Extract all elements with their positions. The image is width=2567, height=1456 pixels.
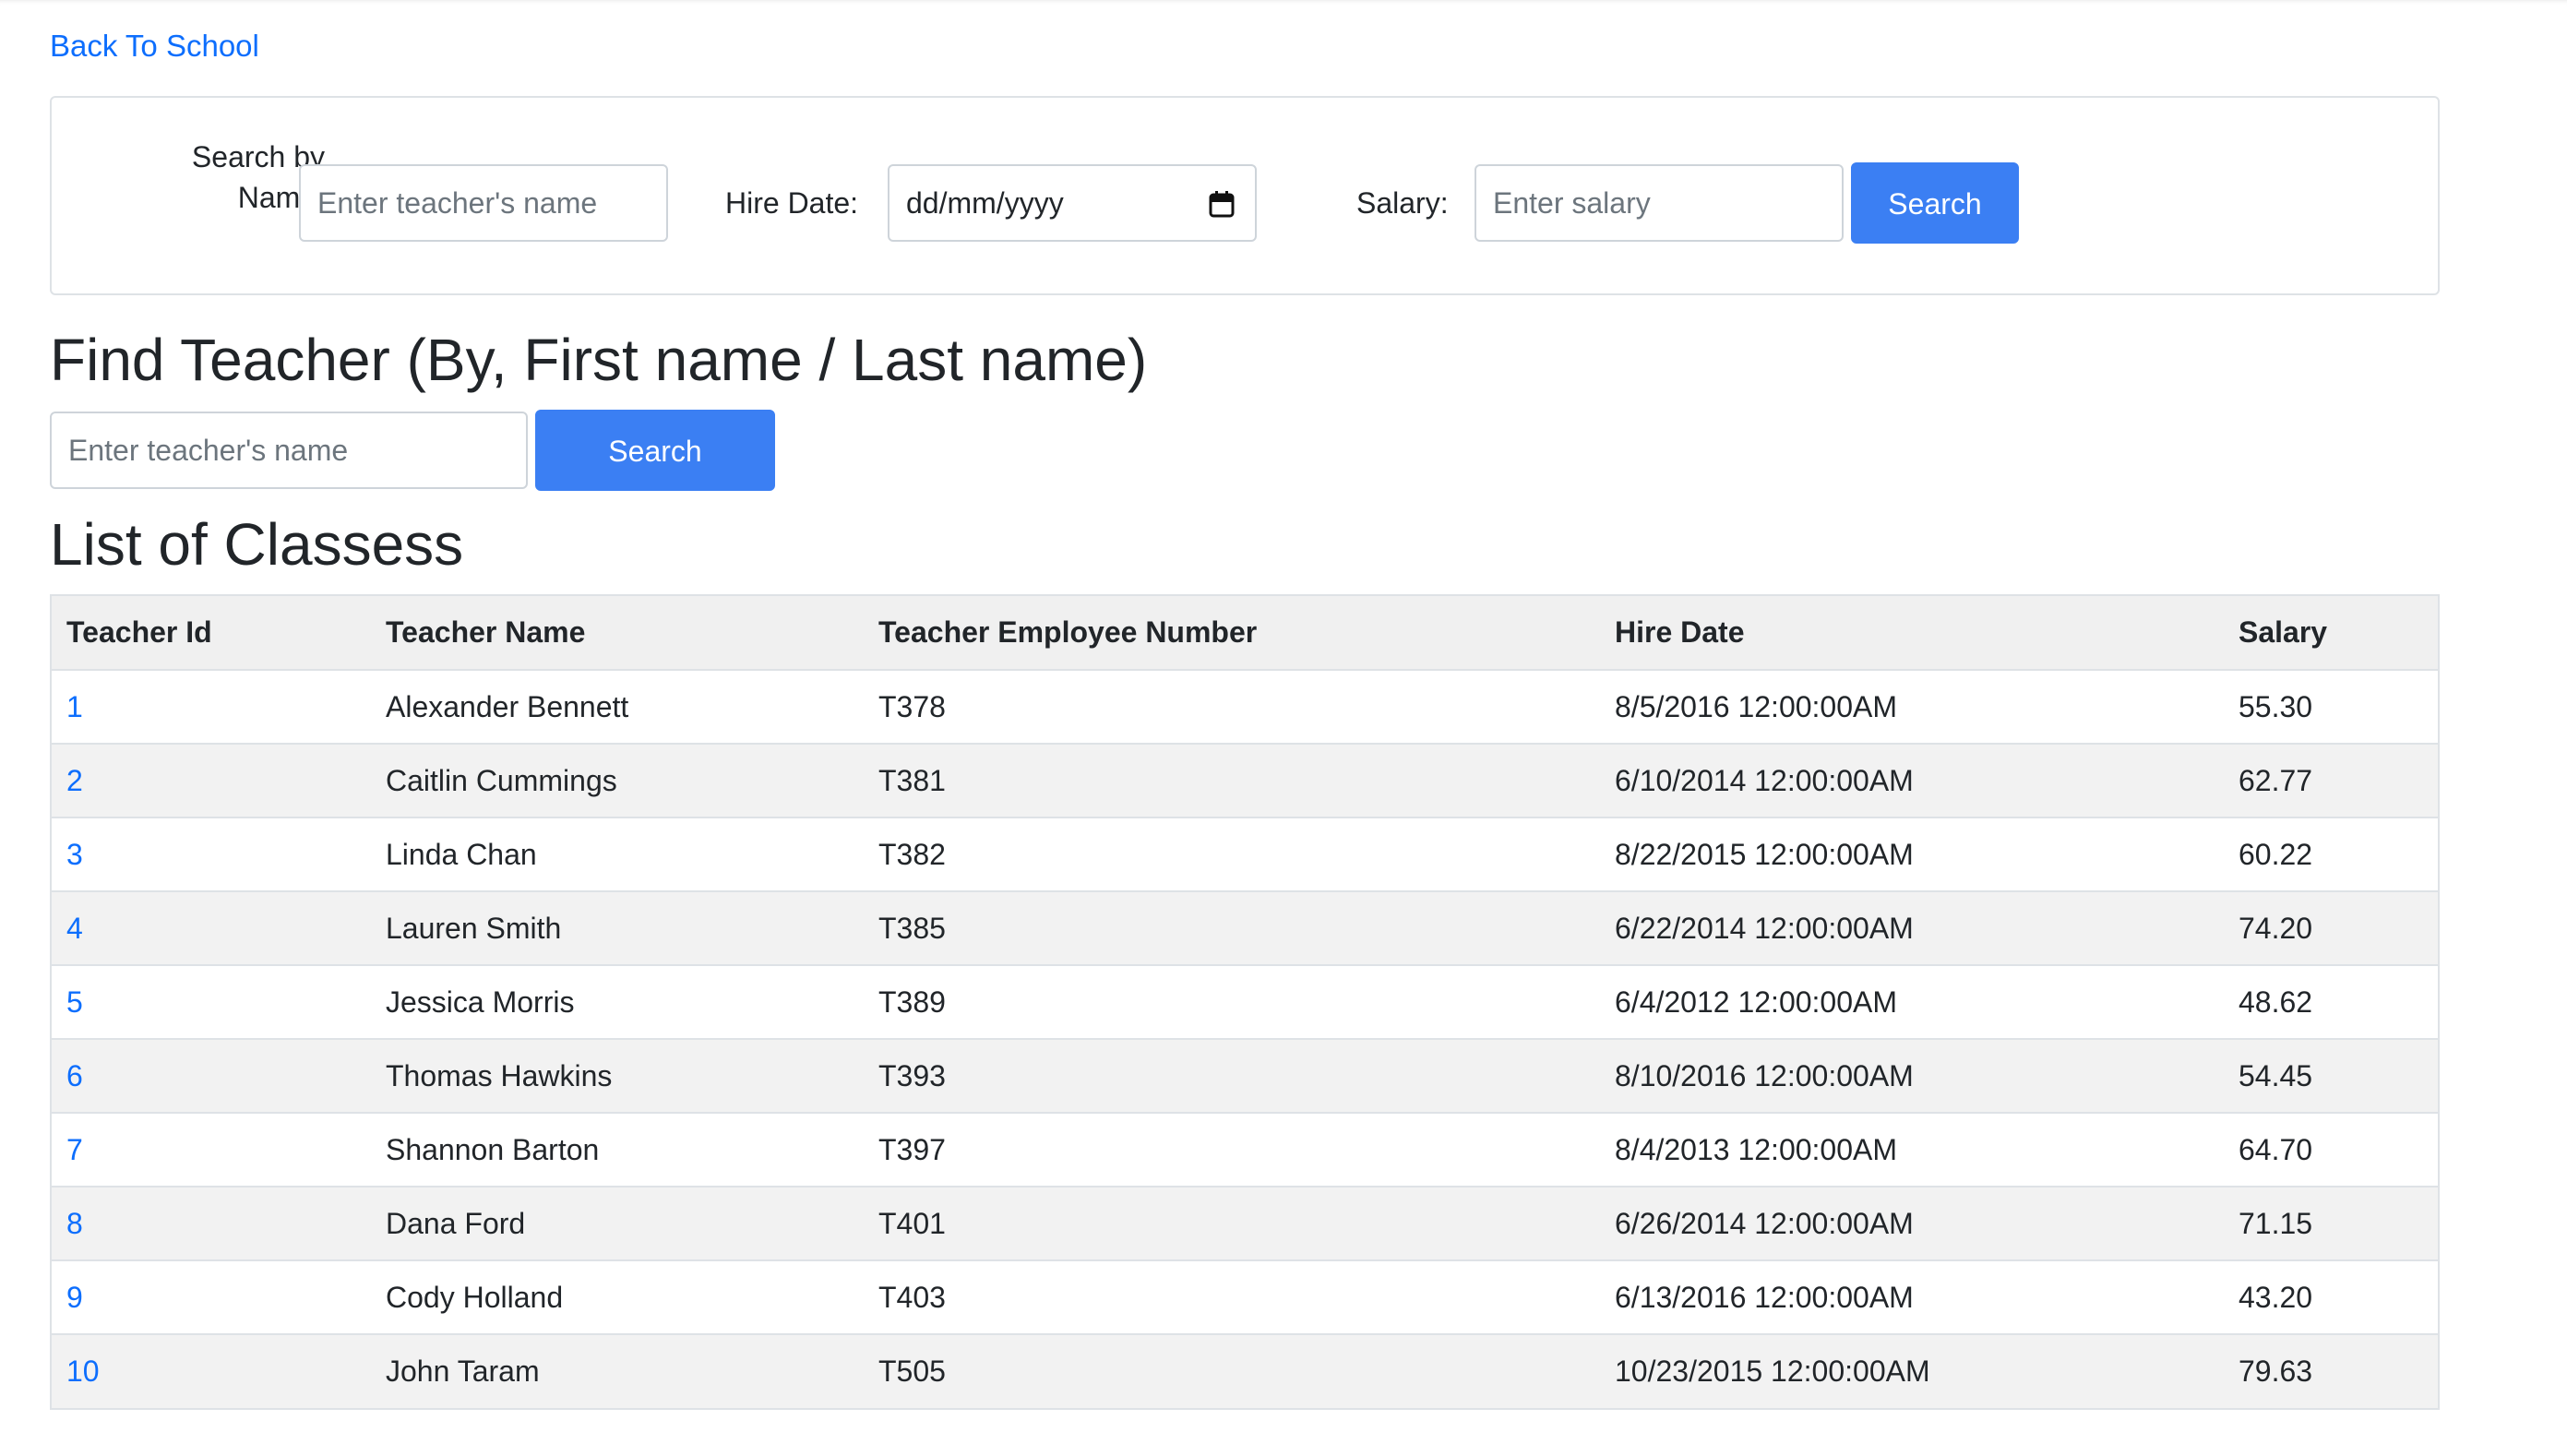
hire-date-value: dd/mm/yyyy — [906, 186, 1064, 220]
employee-number-cell: T505 — [878, 1355, 946, 1388]
name-filter-label-line1: Search by — [191, 140, 325, 173]
salary-cell: 64.70 — [2239, 1132, 2313, 1166]
teacher-name-cell: Thomas Hawkins — [386, 1058, 613, 1092]
find-teacher-heading: Find Teacher (By, First name / Last name… — [50, 327, 1148, 393]
employee-number-cell: T403 — [878, 1280, 946, 1314]
employee-number-cell: T397 — [878, 1132, 946, 1166]
teacher-id-link[interactable]: 8 — [66, 1207, 83, 1240]
list-heading: List of Classess — [50, 511, 464, 578]
table-row: 8 Dana Ford T401 6/26/2014 12:00:00AM 71… — [52, 1187, 2438, 1260]
filter-search-button[interactable]: Search — [1851, 162, 2019, 244]
salary-input[interactable] — [1475, 164, 1844, 242]
teacher-name-cell: Jessica Morris — [386, 985, 575, 1019]
teacher-id-link[interactable]: 5 — [66, 985, 83, 1019]
salary-cell: 48.62 — [2239, 985, 2313, 1019]
employee-number-cell: T382 — [878, 837, 946, 871]
salary-cell: 74.20 — [2239, 911, 2313, 945]
employee-number-cell: T381 — [878, 763, 946, 797]
teacher-name-cell: Linda Chan — [386, 837, 537, 871]
salary-cell: 55.30 — [2239, 689, 2313, 723]
hire-date-cell: 6/4/2012 12:00:00AM — [1615, 985, 1898, 1019]
hire-date-cell: 6/26/2014 12:00:00AM — [1615, 1206, 1914, 1240]
salary-label: Salary: — [1356, 186, 1449, 220]
hire-date-cell: 8/22/2015 12:00:00AM — [1615, 837, 1914, 871]
column-header-teacher-id: Teacher Id — [66, 615, 212, 649]
calendar-icon[interactable] — [1209, 190, 1235, 218]
name-filter-input[interactable] — [299, 164, 668, 242]
teacher-name-cell: Lauren Smith — [386, 911, 562, 945]
employee-number-cell: T378 — [878, 689, 946, 723]
back-to-school-link[interactable]: Back To School — [50, 24, 259, 68]
hire-date-cell: 6/13/2016 12:00:00AM — [1615, 1280, 1914, 1314]
name-filter-label-line2: Name: — [237, 181, 325, 214]
employee-number-cell: T385 — [878, 911, 946, 945]
hire-date-cell: 8/5/2016 12:00:00AM — [1615, 689, 1898, 723]
hire-date-cell: 8/4/2013 12:00:00AM — [1615, 1132, 1898, 1166]
teachers-table: Teacher Id Teacher Name Teacher Employee… — [50, 594, 2440, 1410]
table-row: 9 Cody Holland T403 6/13/2016 12:00:00AM… — [52, 1260, 2438, 1334]
hire-date-input[interactable]: dd/mm/yyyy — [888, 164, 1257, 242]
salary-cell: 54.45 — [2239, 1058, 2313, 1092]
column-header-employee-number: Teacher Employee Number — [878, 615, 1258, 649]
teacher-id-link[interactable]: 1 — [66, 690, 83, 723]
table-row: 6 Thomas Hawkins T393 8/10/2016 12:00:00… — [52, 1039, 2438, 1113]
salary-cell: 71.15 — [2239, 1206, 2313, 1240]
salary-cell: 60.22 — [2239, 837, 2313, 871]
salary-cell: 79.63 — [2239, 1355, 2313, 1388]
salary-cell: 43.20 — [2239, 1280, 2313, 1314]
salary-cell: 62.77 — [2239, 763, 2313, 797]
hire-date-cell: 6/22/2014 12:00:00AM — [1615, 911, 1914, 945]
table-row: 1 Alexander Bennett T378 8/5/2016 12:00:… — [52, 670, 2438, 744]
table-row: 10 John Taram T505 10/23/2015 12:00:00AM… — [52, 1334, 2438, 1408]
teacher-id-link[interactable]: 7 — [66, 1133, 83, 1166]
teacher-id-link[interactable]: 10 — [66, 1355, 100, 1388]
teacher-id-link[interactable]: 3 — [66, 838, 83, 871]
column-header-hire-date: Hire Date — [1615, 615, 1745, 649]
teacher-id-link[interactable]: 2 — [66, 764, 83, 797]
teacher-id-link[interactable]: 4 — [66, 912, 83, 945]
table-row: 4 Lauren Smith T385 6/22/2014 12:00:00AM… — [52, 891, 2438, 965]
teacher-name-cell: John Taram — [386, 1355, 540, 1388]
table-row: 7 Shannon Barton T397 8/4/2013 12:00:00A… — [52, 1113, 2438, 1187]
hire-date-cell: 6/10/2014 12:00:00AM — [1615, 763, 1914, 797]
column-header-salary: Salary — [2239, 615, 2328, 649]
hire-date-label: Hire Date: — [725, 186, 859, 220]
hire-date-cell: 10/23/2015 12:00:00AM — [1615, 1355, 1930, 1388]
employee-number-cell: T389 — [878, 985, 946, 1019]
find-teacher-input[interactable] — [50, 412, 528, 489]
teacher-name-cell: Cody Holland — [386, 1280, 564, 1314]
table-header-row: Teacher Id Teacher Name Teacher Employee… — [52, 596, 2438, 670]
teacher-name-cell: Alexander Bennett — [386, 689, 629, 723]
employee-number-cell: T401 — [878, 1206, 946, 1240]
teacher-name-cell: Shannon Barton — [386, 1132, 600, 1166]
table-row: 3 Linda Chan T382 8/22/2015 12:00:00AM 6… — [52, 818, 2438, 891]
teacher-id-link[interactable]: 9 — [66, 1281, 83, 1314]
table-row: 5 Jessica Morris T389 6/4/2012 12:00:00A… — [52, 965, 2438, 1039]
page: Back To School Search by Name: Hire Date… — [0, 0, 2567, 1456]
name-filter-label: Search by Name: — [140, 137, 325, 218]
table-row: 2 Caitlin Cummings T381 6/10/2014 12:00:… — [52, 744, 2438, 818]
hire-date-cell: 8/10/2016 12:00:00AM — [1615, 1058, 1914, 1092]
find-teacher-search-button[interactable]: Search — [535, 410, 775, 491]
column-header-teacher-name: Teacher Name — [386, 615, 586, 649]
teacher-name-cell: Dana Ford — [386, 1206, 526, 1240]
filter-panel: Search by Name: Hire Date: dd/mm/yyyy Sa… — [50, 96, 2440, 295]
employee-number-cell: T393 — [878, 1058, 946, 1092]
teacher-name-cell: Caitlin Cummings — [386, 763, 617, 797]
teacher-id-link[interactable]: 6 — [66, 1059, 83, 1092]
